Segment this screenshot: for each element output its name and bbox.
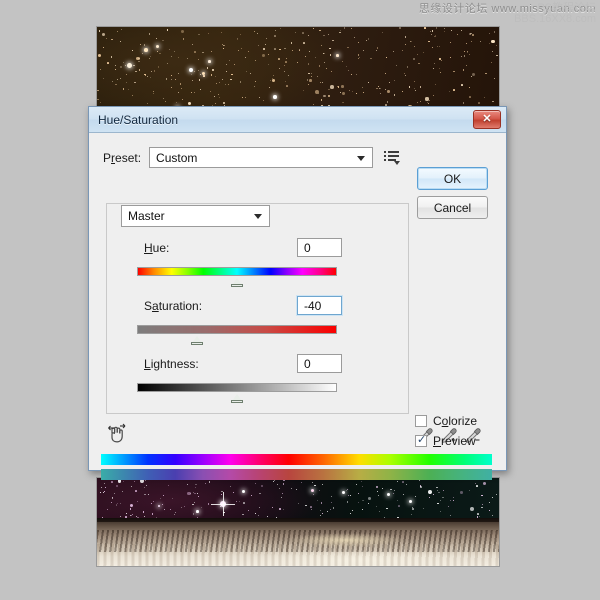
dialog-title: Hue/Saturation (98, 112, 179, 127)
starfield-top (97, 27, 499, 115)
chevron-down-icon (357, 155, 366, 161)
chevron-down-icon (254, 214, 262, 219)
close-button[interactable]: ✕ (473, 110, 501, 129)
preset-dropdown[interactable]: Custom (149, 147, 374, 168)
preset-label: Preset: (103, 150, 142, 165)
preview-checkbox[interactable]: Preview (415, 433, 476, 448)
colorize-checkbox[interactable]: Colorize (415, 414, 477, 428)
colorize-checkbox-box[interactable] (415, 415, 427, 427)
channel-dropdown[interactable]: Master (121, 205, 270, 227)
image-canvas-top (97, 27, 499, 115)
saturation-slider-block: Saturation: -40 (89, 296, 390, 345)
spectrum-bar-adjusted (101, 469, 492, 480)
screen: 思缘设计论坛 www.missyuan.com PS教程论坛 BBS.16XX8… (0, 0, 600, 600)
horizon-glow (285, 533, 406, 547)
lightness-slider-block: Lightness: 0 (89, 354, 390, 403)
terrain-texture (97, 544, 499, 566)
lightness-row: Lightness: 0 (89, 354, 390, 376)
hue-label: Hue: (144, 241, 170, 255)
hue-saturation-dialog: Hue/Saturation ✕ Preset: Custom OK Cance… (88, 106, 507, 480)
colorize-label: Colorize (433, 414, 478, 428)
saturation-row: Saturation: -40 (89, 296, 390, 318)
ok-button[interactable]: OK (417, 167, 488, 190)
preview-checkbox-box[interactable] (415, 433, 427, 447)
hue-thumb[interactable] (231, 277, 244, 287)
hand-adjust-icon[interactable] (106, 423, 128, 445)
hue-track[interactable] (137, 267, 337, 276)
preset-row: Preset: Custom (103, 147, 401, 168)
cancel-button[interactable]: Cancel (417, 196, 488, 219)
lightness-track[interactable] (137, 383, 337, 392)
image-canvas-bottom (97, 478, 499, 566)
spectrum-bar-original (101, 454, 492, 465)
preview-label: Preview (433, 434, 476, 448)
preset-value: Custom (156, 150, 198, 165)
lightness-thumb[interactable] (231, 393, 244, 403)
close-icon: ✕ (482, 113, 492, 125)
hue-row: Hue: 0 (89, 238, 390, 260)
hue-input[interactable]: 0 (297, 238, 342, 257)
dialog-body: Preset: Custom OK Cancel Master Hue: 0 S… (89, 133, 506, 480)
watermark-secondary: PS教程论坛 BBS.16XX8.com (514, 3, 596, 25)
channel-value: Master (128, 209, 165, 223)
lightness-label: Lightness: (144, 357, 199, 371)
lightness-input[interactable]: 0 (297, 354, 342, 373)
dialog-titlebar[interactable]: Hue/Saturation ✕ (89, 107, 506, 133)
saturation-track[interactable] (137, 325, 337, 334)
saturation-thumb[interactable] (191, 335, 204, 345)
watermark-line-3: BBS.16XX8.com (514, 13, 596, 25)
chevron-down-icon (394, 160, 401, 165)
saturation-label: Saturation: (144, 299, 203, 313)
saturation-input[interactable]: -40 (297, 296, 342, 315)
hue-slider-block: Hue: 0 (89, 238, 390, 287)
preset-options-icon[interactable] (384, 150, 401, 166)
